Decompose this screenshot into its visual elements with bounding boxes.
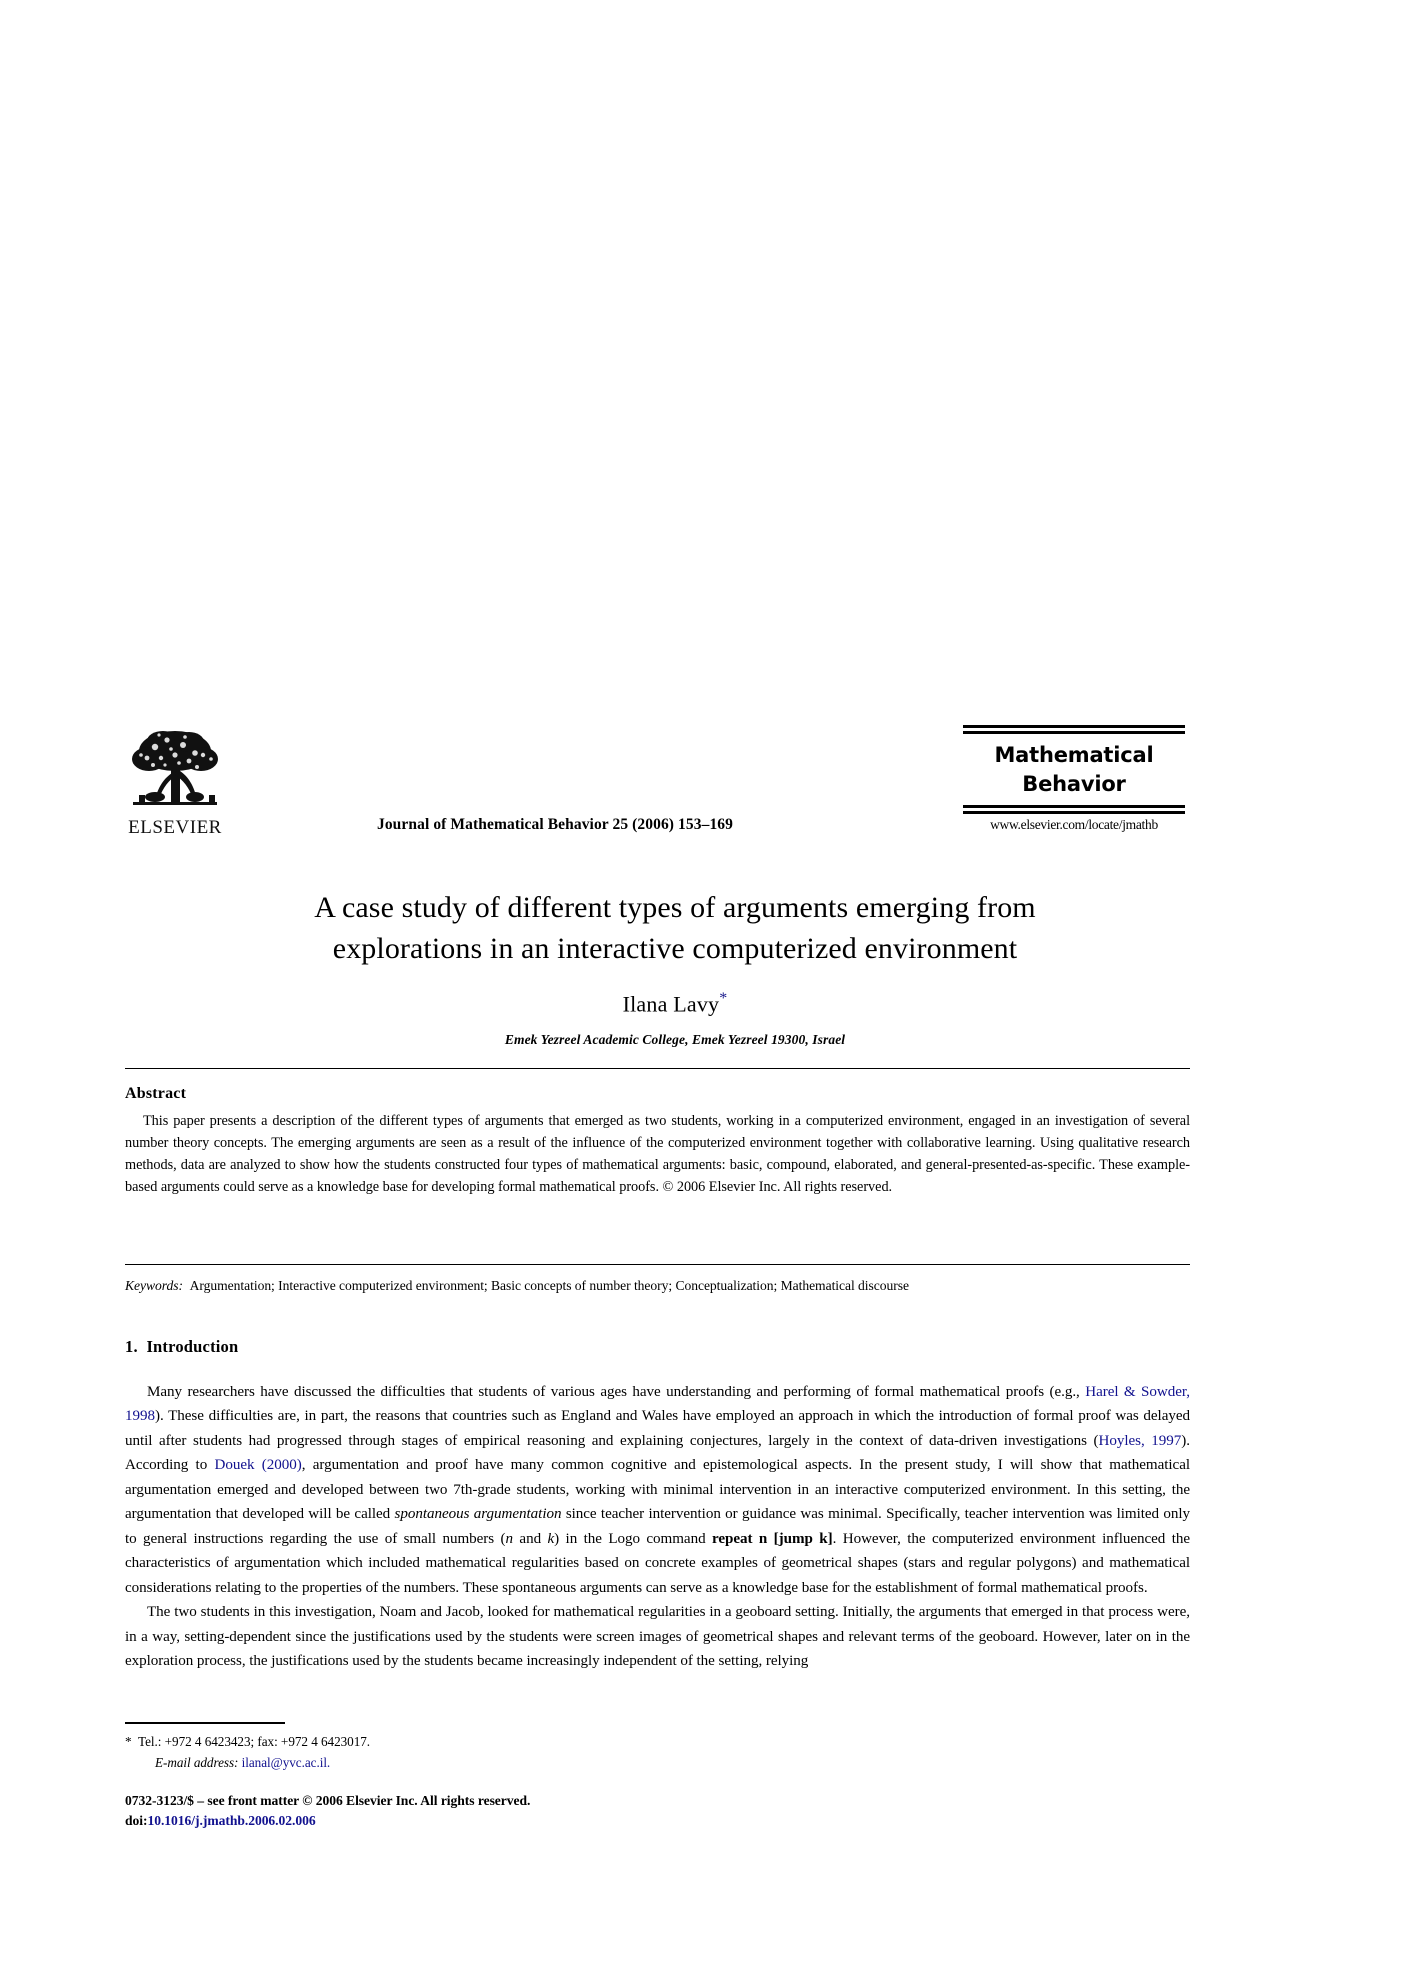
citation-hoyles-1997[interactable]: Hoyles, 1997 — [1099, 1433, 1182, 1449]
doi-line: doi:10.1016/j.jmathb.2006.02.006 — [125, 1811, 925, 1831]
p1-part6: and — [513, 1530, 548, 1547]
journal-url[interactable]: www.elsevier.com/locate/jmathb — [963, 817, 1185, 833]
citation-douek-2000[interactable]: Douek (2000) — [215, 1457, 302, 1473]
author-name: Ilana Lavy* — [125, 990, 1225, 1017]
elsevier-wordmark: ELSEVIER — [128, 817, 222, 838]
section-title: Introduction — [146, 1337, 239, 1356]
footnote-contact-text: Tel.: +972 4 6423423; fax: +972 4 642301… — [138, 1734, 371, 1749]
title-block: A case study of different types of argum… — [125, 888, 1225, 1048]
journal-logo-line-2: Behavior — [1022, 771, 1126, 796]
footnote-contact: * Tel.: +972 4 6423423; fax: +972 4 6423… — [125, 1732, 925, 1753]
p1-part7: ) in the Logo command — [554, 1530, 712, 1547]
abstract-body: This paper presents a description of the… — [125, 1110, 1190, 1198]
keywords-list: Argumentation; Interactive computerized … — [189, 1278, 909, 1293]
section-heading-introduction: 1. Introduction — [125, 1337, 238, 1357]
p1-part2: ). These difficulties are, in part, the … — [125, 1408, 1190, 1449]
elsevier-publisher-logo: ELSEVIER — [125, 725, 225, 837]
journal-article-page: ELSEVIER Journal of Mathematical Behavio… — [0, 0, 1403, 1985]
page-title: A case study of different types of argum… — [125, 888, 1225, 970]
journal-logo: Mathematical Behavior www.elsevier.com/l… — [963, 725, 1185, 833]
section-number: 1. — [125, 1337, 138, 1356]
keywords-label: Keywords: — [125, 1278, 183, 1293]
journal-reference: Journal of Mathematical Behavior 25 (200… — [376, 816, 733, 833]
doi-prefix: doi: — [125, 1813, 148, 1829]
imprint-block: 0732-3123/$ – see front matter © 2006 El… — [125, 1791, 925, 1832]
author-footnote-marker[interactable]: * — [719, 990, 727, 1007]
introduction-body: Many researchers have discussed the diff… — [125, 1380, 1190, 1674]
abstract-top-divider — [125, 1068, 1190, 1069]
journal-logo-line-1: Mathematical — [994, 743, 1154, 767]
author-label: Ilana Lavy — [622, 990, 720, 1016]
emphasis-spontaneous-argumentation: spontaneous argumentation — [394, 1506, 562, 1523]
email-address-label: E-mail address: — [155, 1754, 239, 1770]
abstract-heading: Abstract — [125, 1085, 187, 1102]
paragraph-2: The two students in this investigation, … — [125, 1604, 1190, 1670]
paragraph-1: Many researchers have discussed the diff… — [125, 1380, 1190, 1600]
variable-n: n — [505, 1530, 514, 1547]
abstract-copyright: © 2006 Elsevier Inc. All rights reserved… — [662, 1179, 893, 1196]
abstract-text: This paper presents a description of the… — [125, 1113, 1190, 1196]
logo-command: repeat n [jump k] — [712, 1530, 833, 1547]
email-address-link[interactable]: ilanal@yvc.ac.il. — [242, 1755, 331, 1770]
keywords-line: Keywords: Argumentation; Interactive com… — [125, 1278, 1190, 1294]
abstract-bottom-divider — [125, 1264, 1190, 1265]
footnote-marker: * — [125, 1734, 132, 1749]
p1-part1: Many researchers have discussed the diff… — [147, 1384, 1086, 1400]
footnote-divider — [125, 1722, 285, 1724]
footnote-block: * Tel.: +972 4 6423423; fax: +972 4 6423… — [125, 1732, 925, 1774]
journal-logo-top-rule — [963, 725, 1185, 734]
paper-title-line-2: explorations in an interactive computeri… — [332, 931, 1018, 965]
abstract-paragraph: This paper presents a description of the… — [125, 1110, 1190, 1198]
paper-title-line-1: A case study of different types of argum… — [314, 891, 1036, 924]
journal-logo-bottom-rule — [963, 804, 1185, 814]
author-affiliation: Emek Yezreel Academic College, Emek Yezr… — [504, 1031, 846, 1047]
doi-link[interactable]: 10.1016/j.jmathb.2006.02.006 — [147, 1813, 315, 1828]
masthead: ELSEVIER Journal of Mathematical Behavio… — [125, 725, 1185, 845]
issn-line: 0732-3123/$ – see front matter © 2006 El… — [125, 1793, 531, 1808]
elsevier-tree-icon — [132, 731, 218, 805]
footnote-email-line: E-mail address: ilanal@yvc.ac.il. — [125, 1753, 925, 1774]
